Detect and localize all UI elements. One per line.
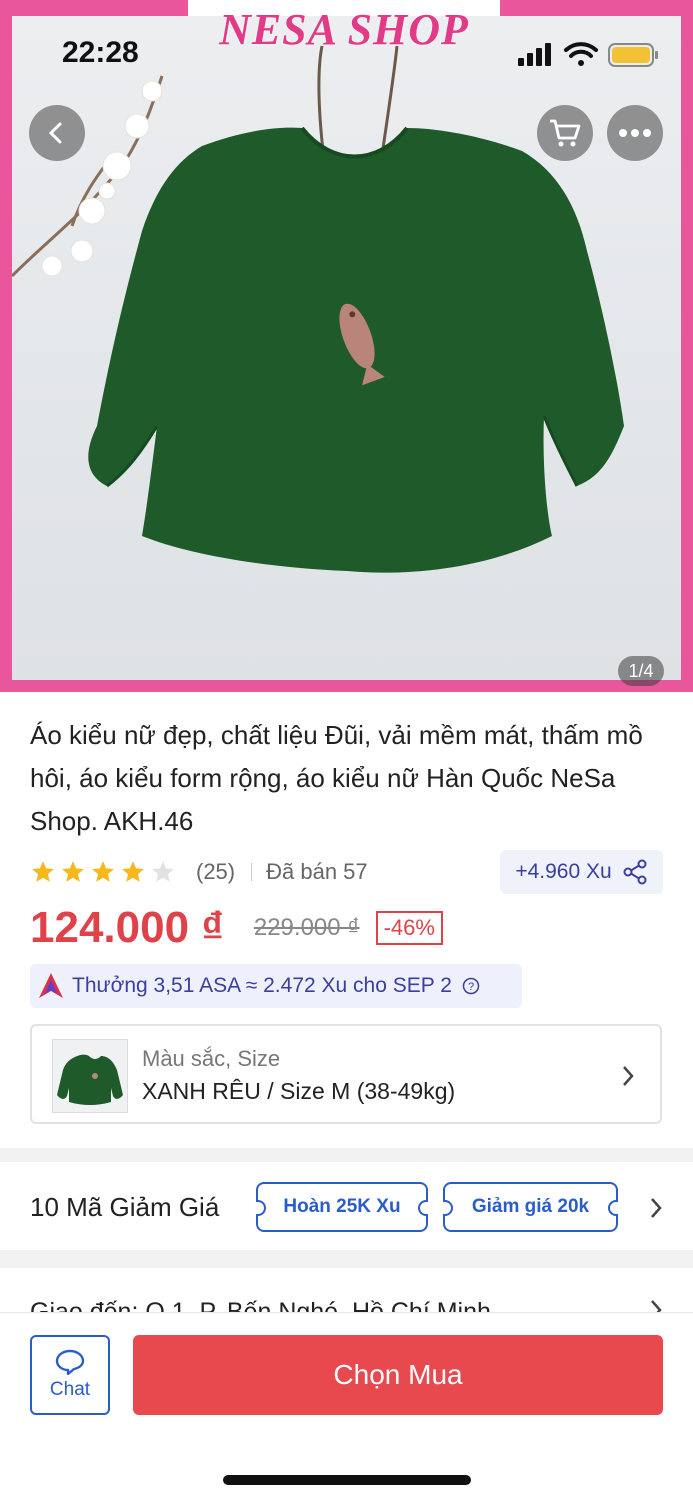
cart-button[interactable]	[537, 105, 593, 161]
variant-selector[interactable]: Màu sắc, Size XANH RÊU / Size M (38-49kg…	[30, 1024, 662, 1124]
section-divider	[0, 1148, 693, 1162]
chevron-right-icon	[651, 1198, 662, 1218]
back-button[interactable]	[29, 105, 85, 161]
star-filled-icon	[32, 861, 54, 882]
variant-thumbnail-illustration	[57, 1054, 123, 1105]
section-divider	[0, 1250, 693, 1268]
original-price: 229.000 ₫	[253, 914, 360, 941]
rating-stars	[30, 859, 176, 885]
voucher-title: 10 Mã Giảm Giá	[30, 1192, 220, 1222]
wifi-icon	[564, 42, 598, 66]
status-bar-time: 22:28	[62, 36, 139, 69]
share-xu-button[interactable]: +4.960 Xu	[500, 850, 663, 894]
star-empty-icon	[152, 861, 174, 882]
bottom-action-bar: Chat Chọn Mua	[0, 1312, 693, 1501]
voucher-row[interactable]: 10 Mã Giảm Giá Hoàn 25K Xu Giảm giá 20k	[0, 1162, 693, 1250]
divider	[251, 863, 253, 881]
product-image-carousel[interactable]: NESA SHOP 22:28 1/4	[0, 0, 693, 692]
back-icon	[48, 122, 62, 144]
variant-value: XANH RÊU / Size M (38-49kg)	[142, 1078, 456, 1104]
coupon-discount[interactable]: Giảm giá 20k	[443, 1182, 618, 1232]
current-price: 124.000 ₫	[30, 903, 224, 952]
more-icon	[619, 129, 651, 137]
price-row: 124.000 ₫ 229.000 ₫ -46%	[30, 898, 443, 958]
discount-badge: -46%	[375, 911, 443, 945]
asa-logo-icon	[39, 973, 63, 998]
review-count: (25)	[196, 859, 236, 884]
product-title: Áo kiểu nữ đẹp, chất liệu Đũi, vải mềm m…	[30, 720, 643, 836]
cart-icon	[550, 119, 581, 147]
svg-text:?: ?	[468, 981, 474, 993]
asa-reward-text: Thưởng 3,51 ASA ≈ 2.472 Xu cho SEP 2	[72, 974, 452, 997]
home-indicator[interactable]	[223, 1475, 471, 1485]
chevron-right-icon	[623, 1066, 634, 1086]
rating-row[interactable]: (25) Đã bán 57	[30, 852, 368, 892]
chat-icon	[55, 1349, 85, 1375]
more-button[interactable]	[607, 105, 663, 161]
chat-button[interactable]: Chat	[30, 1335, 110, 1415]
share-icon	[623, 859, 647, 885]
status-bar-icons	[518, 42, 658, 67]
brand-logo: NESA SHOP	[219, 5, 469, 54]
image-page-indicator: 1/4	[618, 656, 664, 686]
battery-icon	[608, 43, 658, 67]
help-icon[interactable]: ?	[462, 977, 480, 995]
signal-icon	[518, 43, 551, 66]
variant-label: Màu sắc, Size	[142, 1046, 281, 1071]
asa-reward-banner[interactable]: Thưởng 3,51 ASA ≈ 2.472 Xu cho SEP 2 ?	[30, 964, 522, 1008]
xu-reward: +4.960 Xu	[515, 860, 612, 883]
coupon-cashback[interactable]: Hoàn 25K Xu	[256, 1182, 428, 1232]
shipping-row[interactable]: Giao đến: Q.1, P. Bến Nghé, Hồ Chí Minh	[0, 1268, 693, 1314]
variant-thumbnail	[52, 1039, 128, 1113]
buy-button[interactable]: Chọn Mua	[133, 1335, 663, 1415]
star-filled-icon	[122, 861, 144, 882]
star-filled-icon	[92, 861, 114, 882]
sold-count: Đã bán 57	[266, 859, 368, 884]
chat-label: Chat	[49, 1379, 91, 1400]
star-filled-icon	[62, 861, 84, 882]
